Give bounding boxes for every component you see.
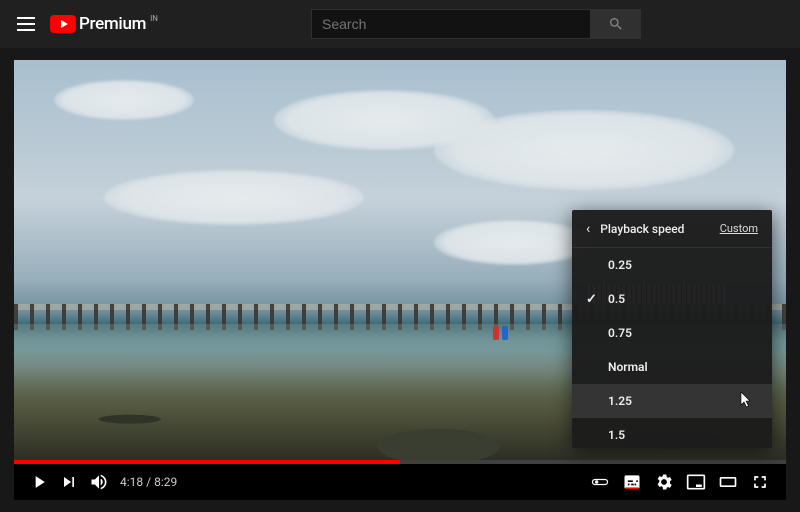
custom-speed-link[interactable]: Custom bbox=[720, 222, 758, 235]
country-code: IN bbox=[150, 14, 158, 23]
youtube-logo[interactable]: Premium IN bbox=[50, 14, 157, 34]
duration: 8:29 bbox=[154, 475, 177, 489]
autoplay-toggle[interactable] bbox=[584, 467, 616, 497]
cursor-icon bbox=[738, 391, 754, 411]
next-button[interactable] bbox=[54, 467, 84, 497]
speed-option[interactable]: 0.25 bbox=[572, 248, 772, 282]
fullscreen-icon bbox=[750, 472, 770, 492]
volume-button[interactable] bbox=[84, 467, 114, 497]
check-icon: ✓ bbox=[586, 292, 597, 307]
top-bar: Premium IN bbox=[0, 0, 800, 48]
speed-option[interactable]: Normal bbox=[572, 350, 772, 384]
speed-option-label: 1.25 bbox=[608, 394, 632, 408]
autoplay-icon bbox=[590, 472, 610, 492]
menu-back-button[interactable]: ‹ Playback speed Custom bbox=[572, 210, 772, 248]
theater-button[interactable] bbox=[712, 467, 744, 497]
next-icon bbox=[59, 472, 79, 492]
search-container bbox=[311, 9, 641, 39]
settings-icon bbox=[654, 472, 674, 492]
brand-text: Premium bbox=[79, 14, 146, 34]
menu-title: Playback speed bbox=[600, 222, 684, 236]
speed-option-label: 0.75 bbox=[608, 326, 632, 340]
play-icon bbox=[29, 472, 49, 492]
settings-button[interactable] bbox=[648, 467, 680, 497]
search-input[interactable] bbox=[311, 9, 591, 39]
video-player: 4:18 / 8:29 bbox=[14, 60, 786, 500]
chevron-left-icon: ‹ bbox=[586, 221, 590, 237]
play-button[interactable] bbox=[24, 467, 54, 497]
speed-option[interactable]: 1.25 bbox=[572, 384, 772, 418]
search-icon bbox=[608, 16, 624, 32]
miniplayer-icon bbox=[686, 472, 706, 492]
youtube-play-icon bbox=[50, 15, 76, 33]
speed-option[interactable]: 1.5 bbox=[572, 418, 772, 448]
subtitles-icon bbox=[622, 472, 642, 492]
speed-option[interactable]: ✓ 0.5 bbox=[572, 282, 772, 316]
speed-option[interactable]: 0.75 bbox=[572, 316, 772, 350]
speed-option-label: Normal bbox=[608, 360, 648, 374]
subtitles-button[interactable] bbox=[616, 467, 648, 497]
volume-icon bbox=[89, 472, 109, 492]
time-display: 4:18 / 8:29 bbox=[120, 475, 177, 489]
theater-icon bbox=[718, 472, 738, 492]
player-controls: 4:18 / 8:29 bbox=[14, 464, 786, 500]
current-time: 4:18 bbox=[120, 475, 143, 489]
speed-option-label: 1.5 bbox=[608, 428, 625, 442]
speed-option-label: 0.25 bbox=[608, 258, 632, 272]
search-button[interactable] bbox=[591, 9, 641, 39]
menu-icon[interactable] bbox=[16, 14, 36, 34]
speed-option-label: 0.5 bbox=[608, 292, 625, 306]
fullscreen-button[interactable] bbox=[744, 467, 776, 497]
playback-speed-menu: ‹ Playback speed Custom 0.25 ✓ 0.5 0.75 Norm… bbox=[572, 210, 772, 448]
miniplayer-button[interactable] bbox=[680, 467, 712, 497]
